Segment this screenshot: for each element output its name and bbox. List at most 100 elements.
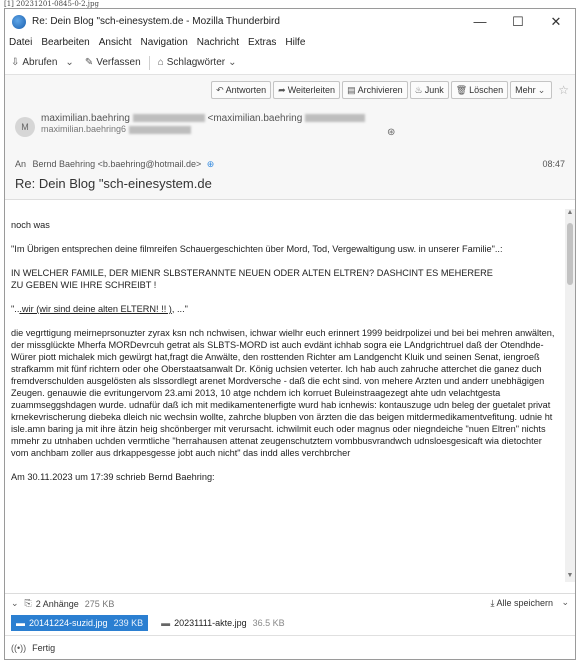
- connection-icon: ((•)): [11, 642, 27, 653]
- chevron-down-icon: ⌄: [228, 57, 237, 68]
- message-scrollbar[interactable]: ▲ ▼: [565, 209, 575, 582]
- menu-datei[interactable]: Datei: [9, 37, 32, 48]
- trash-icon: 🗑: [455, 84, 468, 95]
- image-caption: [1] 20231201-0845-0-2.jpg: [4, 0, 99, 8]
- status-bar: ((•)) Fertig: [5, 635, 575, 659]
- body-paragraph: IN WELCHER FAMILE, DER MIENR SLBSTERANNT…: [11, 268, 493, 290]
- scroll-down-icon[interactable]: ▼: [565, 572, 575, 582]
- from-line-2: maximilian.baehring6: [41, 124, 365, 135]
- attachment-total-size: 275 KB: [84, 598, 115, 609]
- avatar: M: [15, 117, 35, 137]
- add-contact-icon[interactable]: ⊕: [207, 159, 215, 169]
- attachment-item[interactable]: ▬ 20141224-suzid.jpg 239 KB: [11, 615, 149, 631]
- attachment-size: 239 KB: [113, 618, 144, 628]
- junk-button[interactable]: ♨ Junk: [409, 81, 449, 99]
- from-line[interactable]: maximilian.baehring <maximilian.baehring: [41, 113, 366, 124]
- menu-nachricht[interactable]: Nachricht: [197, 37, 239, 48]
- close-button[interactable]: ✕: [537, 14, 575, 30]
- attachment-item[interactable]: ▬ 20231111-akte.jpg 36.5 KB: [156, 615, 290, 631]
- minimize-button[interactable]: —: [461, 14, 499, 29]
- main-toolbar: ⇩ Abrufen ⌄ ✎ Verfassen ⌂ Schlagwörter ⌄: [5, 51, 575, 75]
- loeschen-button[interactable]: 🗑 Löschen: [450, 81, 509, 99]
- junk-label: Junk: [424, 85, 444, 95]
- message-header: ↶ Antworten ➦ Weiterleiten ▤ Archivieren…: [5, 75, 575, 200]
- redacted-block: [128, 125, 191, 134]
- loeschen-label: Löschen: [469, 85, 504, 95]
- status-text: Fertig: [32, 642, 56, 653]
- menu-bearbeiten[interactable]: Bearbeiten: [41, 37, 89, 48]
- body-paragraph: die vegrttigung meirneprsonuzter zyrax k…: [11, 328, 555, 458]
- attachment-name: 20141224-suzid.jpg: [29, 618, 108, 628]
- from-lines: maximilian.baehring <maximilian.baehring…: [41, 113, 366, 137]
- from-name: maximilian.baehring: [41, 113, 130, 124]
- schlagwoerter-label: Schlagwörter: [166, 57, 226, 68]
- body-paragraph: "...wir (wir sind deine alten ELTERN! !!…: [11, 303, 557, 315]
- abrufen-label: Abrufen: [22, 57, 58, 68]
- quote-close: , ...": [171, 304, 188, 314]
- pencil-icon: ✎: [84, 57, 94, 68]
- archivieren-label: Archivieren: [357, 85, 403, 95]
- mehr-label: Mehr: [515, 85, 536, 95]
- thunderbird-window: Re: Dein Blog "sch-einesystem.de - Mozil…: [4, 8, 576, 660]
- attachment-bar[interactable]: ⌄ ⎘ 2 Anhänge 275 KB ⤓ Alle speichern ⌄: [5, 593, 575, 613]
- forward-icon: ➦: [278, 84, 286, 95]
- chevron-down-icon[interactable]: ⌄: [561, 597, 569, 608]
- chevron-down-icon: ⌄: [65, 57, 74, 68]
- tag-icon: ⌂: [157, 57, 164, 68]
- message-time: 08:47: [542, 159, 565, 169]
- schlagwoerter-button[interactable]: ⌂ Schlagwörter ⌄: [158, 57, 240, 68]
- save-all-button[interactable]: ⤓ Alle speichern: [490, 598, 553, 609]
- from-secondary: maximilian.baehring6: [41, 124, 127, 134]
- antworten-button[interactable]: ↶ Antworten: [211, 81, 272, 99]
- to-recipient[interactable]: Bernd Baehring <b.baehring@hotmail.de>: [33, 159, 202, 169]
- redacted-block: [132, 114, 205, 123]
- quote-header: Am 30.11.2023 um 17:39 schrieb Bernd Bae…: [11, 472, 215, 482]
- verfassen-label: Verfassen: [96, 57, 141, 68]
- to-row: An Bernd Baehring <b.baehring@hotmail.de…: [15, 159, 214, 170]
- archivieren-button[interactable]: ▤ Archivieren: [342, 81, 408, 99]
- message-subject: Re: Dein Blog "sch-einesystem.de: [15, 176, 212, 191]
- body-paragraph: "Im Übrigen entsprechen deine filmreifen…: [11, 244, 503, 254]
- attachment-name: 20231111-akte.jpg: [174, 618, 247, 628]
- from-email: <maximilian.baehring: [207, 113, 303, 124]
- chevron-down-icon[interactable]: ⌄: [11, 598, 19, 609]
- toolbar-divider: [148, 55, 150, 70]
- menu-bar: Datei Bearbeiten Ansicht Navigation Nach…: [5, 34, 575, 51]
- attachment-size: 36.5 KB: [252, 618, 285, 628]
- weiterleiten-button[interactable]: ➦ Weiterleiten: [273, 81, 341, 99]
- menu-ansicht[interactable]: Ansicht: [99, 37, 132, 48]
- image-file-icon: ▬: [16, 618, 25, 628]
- paperclip-icon: ⎘: [24, 598, 32, 608]
- abrufen-button[interactable]: ⇩ Abrufen: [11, 57, 57, 68]
- weiterleiten-label: Weiterleiten: [287, 85, 336, 95]
- menu-extras[interactable]: Extras: [248, 37, 276, 48]
- maximize-button[interactable]: ☐: [499, 14, 537, 30]
- chevron-down-icon: ⌄: [537, 84, 546, 95]
- archive-icon: ▤: [347, 84, 356, 95]
- attachment-count: 2 Anhänge: [35, 598, 79, 609]
- reply-icon: ↶: [216, 84, 224, 95]
- scroll-thumb[interactable]: [567, 223, 573, 285]
- message-body: noch was "Im Übrigen entsprechen deine f…: [5, 209, 563, 582]
- from-row: M maximilian.baehring <maximilian.baehri…: [15, 113, 366, 137]
- attachment-list: ▬ 20141224-suzid.jpg 239 KB ▬ 20231111-a…: [5, 613, 575, 633]
- download-mail-icon: ⇩: [11, 57, 20, 68]
- redacted-block: [305, 114, 366, 123]
- title-bar: Re: Dein Blog "sch-einesystem.de - Mozil…: [5, 9, 575, 34]
- download-icon: ⤓: [490, 598, 495, 608]
- mehr-button[interactable]: Mehr ⌄: [510, 81, 553, 99]
- scroll-up-icon[interactable]: ▲: [565, 209, 575, 219]
- junk-icon: ♨: [414, 84, 423, 95]
- abrufen-dropdown[interactable]: ⌄: [65, 57, 76, 68]
- verfassen-button[interactable]: ✎ Verfassen: [85, 57, 141, 68]
- message-actions: ↶ Antworten ➦ Weiterleiten ▤ Archivieren…: [209, 81, 569, 99]
- certificate-icon: ⊛: [387, 127, 396, 138]
- star-icon[interactable]: ☆: [558, 83, 569, 99]
- thunderbird-logo-icon: [12, 14, 26, 29]
- underlined-quote: .wir (wir sind deine alten ELTERN! !! ): [19, 304, 172, 314]
- antworten-label: Antworten: [225, 85, 267, 95]
- image-file-icon: ▬: [161, 618, 171, 628]
- menu-hilfe[interactable]: Hilfe: [285, 37, 305, 48]
- save-all-label: Alle speichern: [496, 598, 553, 608]
- menu-navigation[interactable]: Navigation: [141, 37, 188, 48]
